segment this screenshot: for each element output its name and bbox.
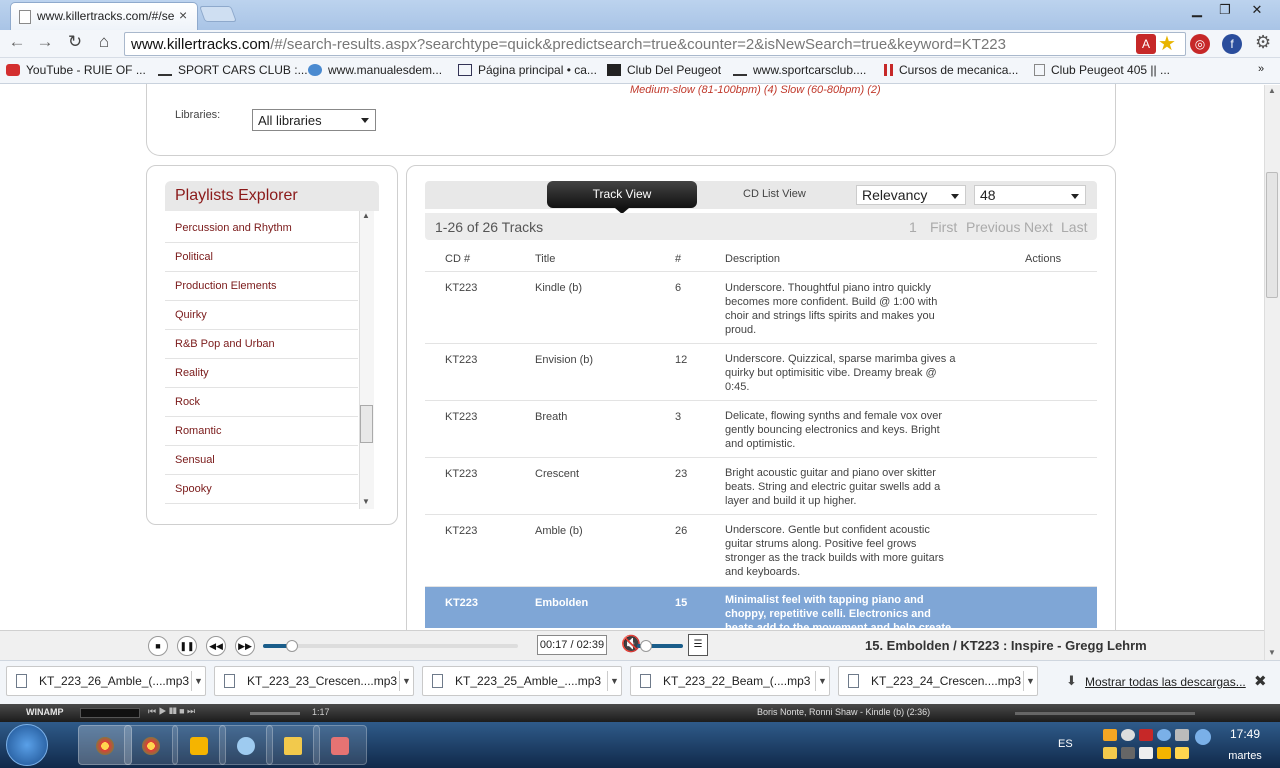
track-number: 15 bbox=[675, 597, 688, 609]
track-row[interactable]: KT223 Breath 3 Delicate, flowing synths … bbox=[425, 401, 1097, 458]
close-icon[interactable]: ✖ bbox=[1254, 672, 1267, 690]
taskbar-explorer[interactable] bbox=[266, 725, 320, 765]
language-indicator[interactable]: ES bbox=[1058, 738, 1073, 750]
tray-icon[interactable] bbox=[1121, 747, 1135, 759]
seek-bar[interactable] bbox=[263, 644, 518, 648]
taskbar-winamp[interactable] bbox=[172, 725, 226, 765]
chevron-down-icon[interactable]: ▼ bbox=[191, 671, 205, 691]
taskbar-app[interactable] bbox=[313, 725, 367, 765]
track-cd: KT223 bbox=[445, 282, 478, 294]
tray-icon[interactable] bbox=[1121, 729, 1135, 741]
track-number: 26 bbox=[675, 525, 688, 537]
track-description: Underscore. Gentle but confident acousti… bbox=[725, 524, 944, 578]
tray-icon[interactable] bbox=[1157, 747, 1171, 759]
download-item[interactable]: KT_223_26_Amble_(....mp3 ▼ bbox=[6, 666, 206, 696]
clock-day: martes bbox=[1228, 750, 1262, 762]
track-title[interactable]: Breath bbox=[535, 411, 567, 423]
track-row[interactable]: KT223 Kindle (b) 6 Underscore. Thoughtfu… bbox=[425, 272, 1097, 344]
download-item[interactable]: KT_223_24_Crescen....mp3 ▼ bbox=[838, 666, 1038, 696]
playlist-icon[interactable]: ☰ bbox=[688, 634, 708, 656]
stop-icon[interactable]: ■ bbox=[148, 636, 168, 656]
winamp-bar: WINAMP ⏮ ▶ ❚❚ ■ ⏭ 1:17 Boris Nonte, Ronn… bbox=[0, 704, 1280, 722]
track-cd: KT223 bbox=[445, 597, 479, 609]
file-icon bbox=[640, 674, 651, 688]
seek-handle[interactable] bbox=[286, 640, 298, 652]
track-cd: KT223 bbox=[445, 354, 478, 366]
track-number: 6 bbox=[675, 282, 682, 294]
chevron-down-icon[interactable]: ▼ bbox=[1023, 671, 1037, 691]
tray-icon[interactable] bbox=[1103, 729, 1117, 741]
track-row[interactable]: KT223 Amble (b) 26 Underscore. Gentle bu… bbox=[425, 515, 1097, 587]
network-icon[interactable] bbox=[1195, 729, 1211, 745]
tray-icon[interactable] bbox=[1139, 747, 1153, 759]
chevron-down-icon[interactable]: ▼ bbox=[399, 671, 413, 691]
volume-handle[interactable] bbox=[640, 640, 652, 652]
tracks-clip: KT223 Kindle (b) 6 Underscore. Thoughtfu… bbox=[0, 0, 1264, 628]
winamp-visualizer bbox=[80, 708, 140, 718]
track-cd: KT223 bbox=[445, 411, 478, 423]
tray-icon[interactable] bbox=[1103, 747, 1117, 759]
taskbar-app[interactable] bbox=[219, 725, 273, 765]
winamp-seek[interactable] bbox=[1015, 712, 1195, 715]
track-row-selected[interactable]: KT223 Embolden 15 Minimalist feel with t… bbox=[425, 587, 1097, 628]
scroll-down-icon[interactable]: ▼ bbox=[1268, 648, 1276, 657]
winamp-volume[interactable] bbox=[250, 712, 300, 715]
track-description: Underscore. Thoughtful piano intro quick… bbox=[725, 282, 938, 336]
track-title[interactable]: Crescent bbox=[535, 468, 579, 480]
winamp-icon bbox=[190, 737, 208, 755]
chrome-icon bbox=[142, 737, 160, 755]
track-cd: KT223 bbox=[445, 525, 478, 537]
track-number: 12 bbox=[675, 354, 688, 366]
track-title[interactable]: Envision (b) bbox=[535, 354, 593, 366]
track-number: 3 bbox=[675, 411, 682, 423]
download-icon: ⬇ bbox=[1066, 673, 1077, 688]
pause-icon[interactable]: ❚❚ bbox=[177, 636, 197, 656]
track-description: Bright acoustic guitar and piano over sk… bbox=[725, 467, 941, 507]
now-playing: 15. Embolden / KT223 : Inspire - Gregg L… bbox=[865, 638, 1147, 653]
tray-icon[interactable] bbox=[1139, 729, 1153, 741]
track-row[interactable]: KT223 Envision (b) 12 Underscore. Quizzi… bbox=[425, 344, 1097, 401]
track-description: Delicate, flowing synths and female vox … bbox=[725, 410, 943, 450]
page-scroll-thumb[interactable] bbox=[1266, 172, 1278, 298]
winamp-song: Boris Nonte, Ronni Shaw - Kindle (b) (2:… bbox=[757, 707, 931, 717]
winamp-controls[interactable]: ⏮ ▶ ❚❚ ■ ⏭ bbox=[148, 706, 195, 717]
file-icon bbox=[432, 674, 443, 688]
file-icon bbox=[16, 674, 27, 688]
folder-icon bbox=[284, 737, 302, 755]
track-description: Underscore. Quizzical, sparse marimba gi… bbox=[725, 353, 956, 393]
chevron-down-icon[interactable]: ▼ bbox=[815, 671, 829, 691]
track-row[interactable]: KT223 Crescent 23 Bright acoustic guitar… bbox=[425, 458, 1097, 515]
track-title[interactable]: Amble (b) bbox=[535, 525, 583, 537]
chrome-icon bbox=[96, 737, 114, 755]
chevron-down-icon[interactable]: ▼ bbox=[607, 671, 621, 691]
clock-time[interactable]: 17:49 bbox=[1222, 727, 1268, 741]
app-icon bbox=[237, 737, 255, 755]
tray-icon[interactable] bbox=[1175, 747, 1189, 759]
download-item[interactable]: KT_223_23_Crescen....mp3 ▼ bbox=[214, 666, 414, 696]
player-time: 00:17 / 02:39 bbox=[537, 635, 607, 655]
taskbar-chrome[interactable] bbox=[124, 725, 178, 765]
file-icon bbox=[224, 674, 235, 688]
track-title[interactable]: Kindle (b) bbox=[535, 282, 582, 294]
file-icon bbox=[848, 674, 859, 688]
winamp-time: 1:17 bbox=[312, 707, 330, 717]
track-description: Minimalist feel with tapping piano and c… bbox=[725, 594, 952, 628]
show-all-downloads-link[interactable]: Mostrar todas las descargas... bbox=[1085, 675, 1246, 689]
track-number: 23 bbox=[675, 468, 688, 480]
tray-icon[interactable] bbox=[1157, 729, 1171, 741]
app-icon bbox=[331, 737, 349, 755]
download-item[interactable]: KT_223_22_Beam_(....mp3 ▼ bbox=[630, 666, 830, 696]
track-cd: KT223 bbox=[445, 468, 478, 480]
scroll-up-icon[interactable]: ▲ bbox=[1268, 86, 1276, 95]
start-button[interactable] bbox=[6, 724, 48, 766]
download-item[interactable]: KT_223_25_Amble_....mp3 ▼ bbox=[422, 666, 622, 696]
volume-icon[interactable] bbox=[1175, 729, 1189, 741]
track-title[interactable]: Embolden bbox=[535, 597, 588, 609]
rewind-icon[interactable]: ◀◀ bbox=[206, 636, 226, 656]
fast-forward-icon[interactable]: ▶▶ bbox=[235, 636, 255, 656]
winamp-logo: WINAMP bbox=[26, 707, 64, 717]
